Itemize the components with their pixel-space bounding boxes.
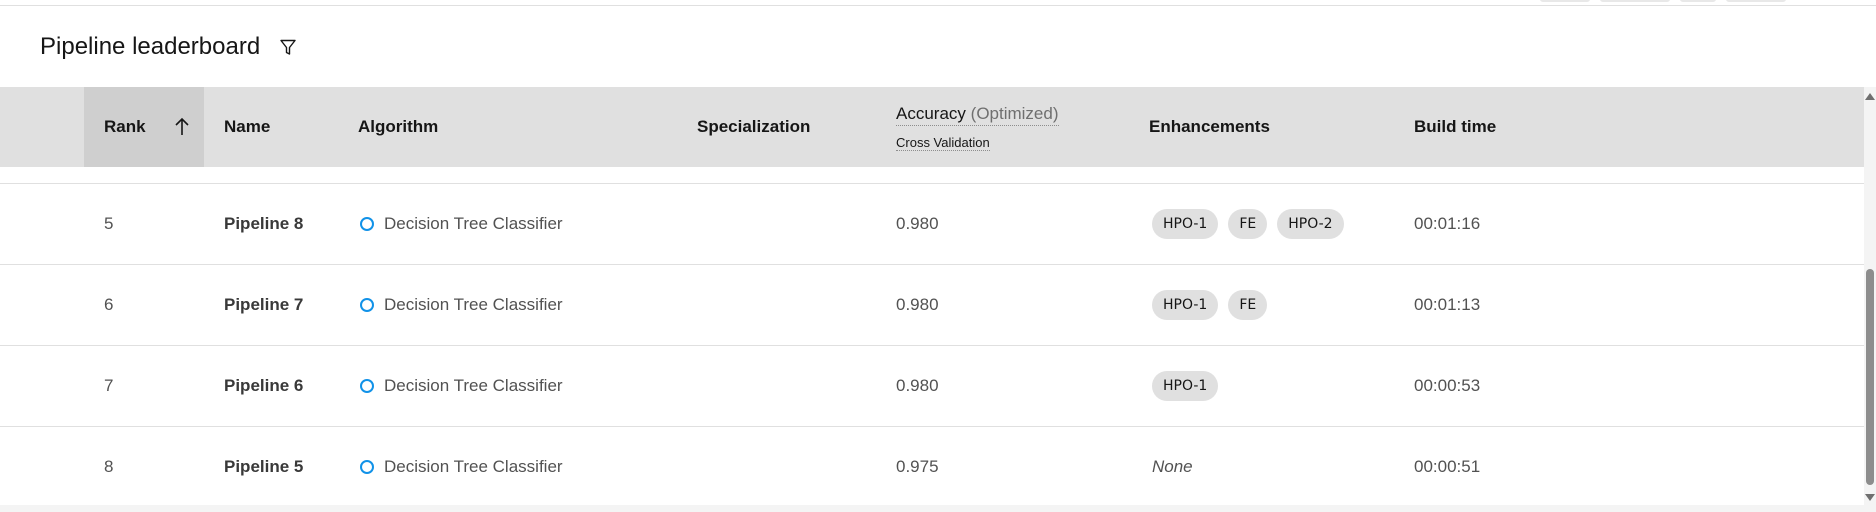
cell-enhancements: None <box>1152 427 1193 505</box>
enhancement-tag: HPO-1 <box>1152 371 1219 401</box>
vertical-scrollbar[interactable] <box>1864 87 1876 505</box>
table-body: 5 Pipeline 8 Decision Tree Classifier 0.… <box>0 183 1864 505</box>
accuracy-tooltip-trigger[interactable]: Accuracy (Optimized) <box>896 104 1059 126</box>
table-header: Rank Name Algorithm Specialization Accur… <box>0 87 1864 167</box>
column-label-name: Name <box>224 117 271 136</box>
arrow-up-icon[interactable] <box>174 117 190 137</box>
cell-enhancements: HPO-1 FE HPO-2 <box>1152 184 1344 264</box>
enhancement-tag: HPO-2 <box>1277 209 1344 239</box>
cell-accuracy: 0.980 <box>896 376 939 395</box>
cell-name[interactable]: Pipeline 5 <box>224 427 303 505</box>
column-label-specialization: Specialization <box>697 117 811 136</box>
scroll-up-arrow-icon[interactable] <box>1865 93 1875 100</box>
column-label-enhancements: Enhancements <box>1149 117 1270 136</box>
cell-algorithm: Decision Tree Classifier <box>360 427 563 505</box>
cell-accuracy: 0.980 <box>896 214 939 233</box>
table-row[interactable]: 7 Pipeline 6 Decision Tree Classifier 0.… <box>0 345 1864 426</box>
algorithm-label: Decision Tree Classifier <box>384 376 563 395</box>
cell-enhancements: HPO-1 <box>1152 346 1219 426</box>
cell-name[interactable]: Pipeline 7 <box>224 265 303 345</box>
table-row[interactable]: 6 Pipeline 7 Decision Tree Classifier 0.… <box>0 264 1864 345</box>
accuracy-optimized-label: (Optimized) <box>970 103 1059 123</box>
scroll-down-arrow-icon[interactable] <box>1865 494 1875 501</box>
column-header-build-time[interactable]: Build time <box>1414 87 1496 167</box>
algorithm-label: Decision Tree Classifier <box>384 295 563 314</box>
column-header-specialization[interactable]: Specialization <box>697 87 810 167</box>
cross-validation-label[interactable]: Cross Validation <box>896 135 990 151</box>
table-row[interactable]: 5 Pipeline 8 Decision Tree Classifier 0.… <box>0 183 1864 264</box>
column-header-algorithm[interactable]: Algorithm <box>358 87 438 167</box>
bottom-strip <box>0 505 1876 512</box>
cell-rank: 5 <box>104 214 114 233</box>
cell-build-time: 00:01:13 <box>1414 295 1481 314</box>
column-label-accuracy: Accuracy <box>896 103 966 123</box>
scrollbar-thumb[interactable] <box>1866 269 1874 485</box>
enhancement-tag: HPO-1 <box>1152 209 1219 239</box>
algorithm-label: Decision Tree Classifier <box>384 457 563 476</box>
algorithm-dot-icon <box>360 460 374 474</box>
algorithm-label: Decision Tree Classifier <box>384 214 563 233</box>
table-row[interactable]: 8 Pipeline 5 Decision Tree Classifier 0.… <box>0 426 1864 505</box>
cell-build-time: 00:01:16 <box>1414 214 1481 233</box>
leaderboard-table: Rank Name Algorithm Specialization Accur… <box>0 87 1864 505</box>
toolbar-fragment <box>1540 0 1786 2</box>
column-label-build-time: Build time <box>1414 117 1497 136</box>
cell-accuracy: 0.980 <box>896 295 939 314</box>
cell-rank: 7 <box>104 376 114 395</box>
page-title: Pipeline leaderboard <box>40 33 261 60</box>
column-header-enhancements[interactable]: Enhancements <box>1149 87 1270 167</box>
column-header-accuracy[interactable]: Accuracy (Optimized) Cross Validation <box>896 87 1059 167</box>
cell-name[interactable]: Pipeline 8 <box>224 184 303 264</box>
cell-rank: 8 <box>104 457 114 476</box>
algorithm-dot-icon <box>360 298 374 312</box>
cell-algorithm: Decision Tree Classifier <box>360 346 563 426</box>
filter-icon[interactable] <box>278 37 298 57</box>
panel-header: Pipeline leaderboard <box>40 30 298 64</box>
cell-enhancements: HPO-1 FE <box>1152 265 1268 345</box>
cell-name[interactable]: Pipeline 6 <box>224 346 303 426</box>
cell-algorithm: Decision Tree Classifier <box>360 265 563 345</box>
column-label-algorithm: Algorithm <box>358 117 439 136</box>
enhancement-tag: FE <box>1228 290 1268 320</box>
column-header-name[interactable]: Name <box>224 87 270 167</box>
cell-rank: 6 <box>104 295 114 314</box>
cell-build-time: 00:00:53 <box>1414 376 1481 395</box>
cell-accuracy: 0.975 <box>896 457 939 476</box>
cell-build-time: 00:00:51 <box>1414 457 1481 476</box>
column-header-rank[interactable]: Rank <box>84 87 204 167</box>
enhancement-tag: FE <box>1228 209 1268 239</box>
cell-algorithm: Decision Tree Classifier <box>360 184 563 264</box>
algorithm-dot-icon <box>360 379 374 393</box>
enhancement-tag: HPO-1 <box>1152 290 1219 320</box>
enhancements-none: None <box>1152 457 1193 476</box>
algorithm-dot-icon <box>360 217 374 231</box>
column-label-rank: Rank <box>104 117 146 136</box>
